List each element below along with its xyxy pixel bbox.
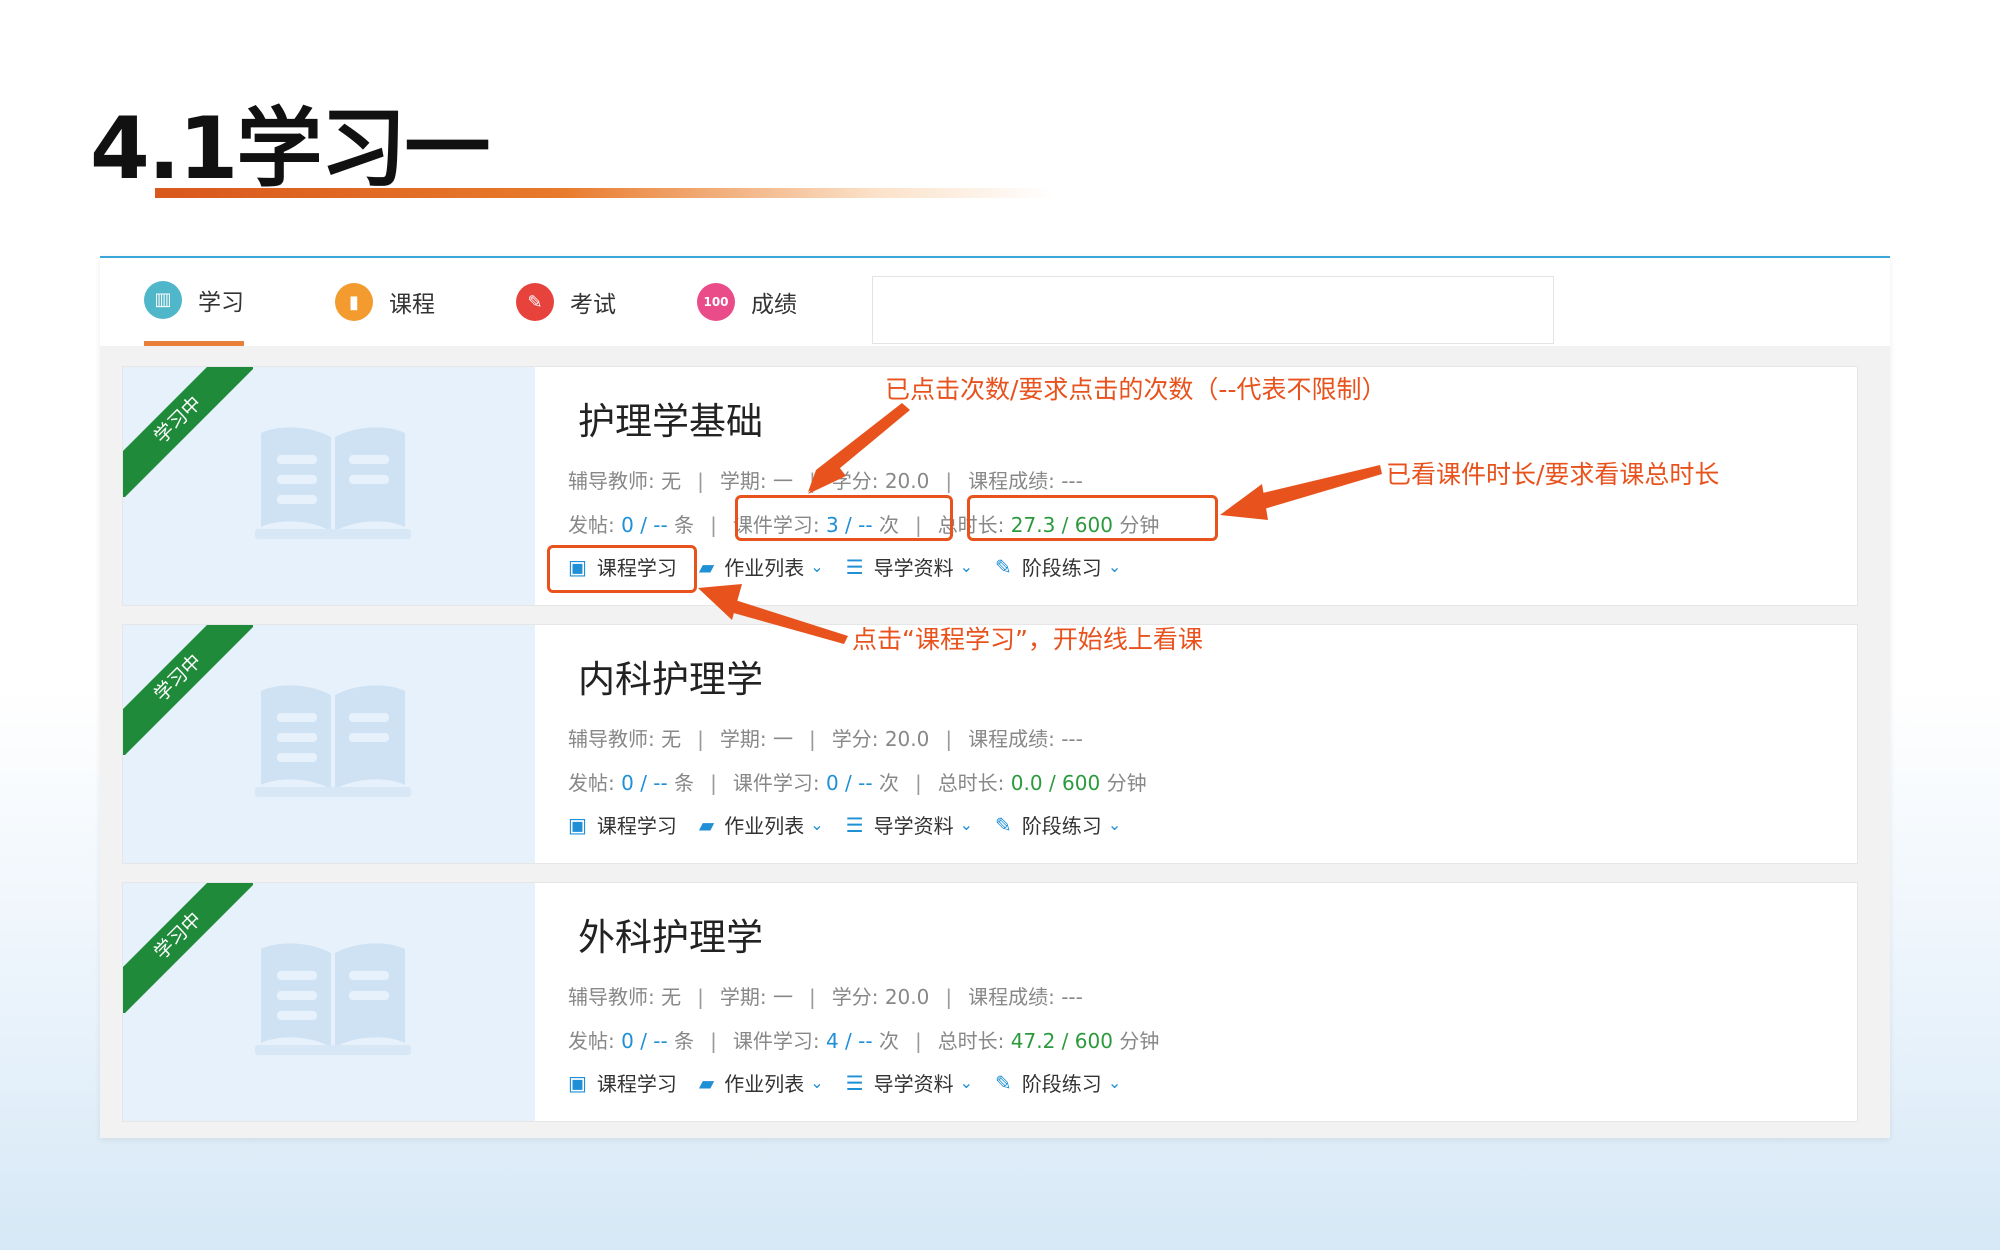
highlight-course-study <box>547 545 697 593</box>
highlight-duration <box>967 495 1218 541</box>
chevron-down-icon: ⌄ <box>959 1073 974 1092</box>
tab-label: 课程 <box>389 292 435 318</box>
search-area[interactable] <box>872 276 1554 344</box>
status-ribbon: 学习中 <box>123 625 253 755</box>
chevron-down-icon: ⌄ <box>959 557 974 576</box>
chevron-down-icon: ⌄ <box>1107 1073 1122 1092</box>
chevron-down-icon: ⌄ <box>959 815 974 834</box>
tab-bar: ▥ 学习 ▮ 课程 ✎ 考试 100 成绩 <box>100 258 1890 346</box>
chevron-down-icon: ⌄ <box>810 557 824 576</box>
book-icon <box>255 685 411 797</box>
score-100-icon: 100 <box>697 283 735 321</box>
chevron-down-icon: ⌄ <box>1107 557 1122 576</box>
course-actions: ▣ 课程学习 ▰ 作业列表 ⌄ ☰ 导学资料 ⌄ ✎ 阶段练习 ⌄ <box>568 1068 1143 1097</box>
tab-label: 成绩 <box>751 292 797 318</box>
highlight-study-count <box>735 495 953 541</box>
guide-materials-dropdown[interactable]: ☰ 导学资料 ⌄ <box>846 552 973 581</box>
tab-exams[interactable]: ✎ 考试 <box>516 258 616 346</box>
list-icon: ☰ <box>845 812 864 837</box>
tab-grades[interactable]: 100 成绩 <box>697 258 797 346</box>
status-ribbon: 学习中 <box>123 883 253 1013</box>
list-icon: ☰ <box>845 1070 864 1095</box>
edit-icon: ✎ <box>995 1070 1012 1095</box>
stage-practice-dropdown[interactable]: ✎ 阶段练习 ⌄ <box>995 552 1121 581</box>
chevron-down-icon: ⌄ <box>810 815 824 834</box>
folder-icon: ▰ <box>698 1070 715 1095</box>
homework-list-dropdown[interactable]: ▰ 作业列表 ⌄ <box>699 810 824 839</box>
course-study-button[interactable]: ▣ 课程学习 <box>568 1068 677 1097</box>
course-meta-row1: 辅导教师: 无 | 学期: 一 | 学分: 20.0 | 课程成绩: --- <box>568 469 1083 493</box>
tab-label: 考试 <box>570 292 616 318</box>
book-icon <box>255 427 411 539</box>
homework-list-dropdown[interactable]: ▰ 作业列表 ⌄ <box>699 1068 824 1097</box>
edit-icon: ✎ <box>995 554 1012 579</box>
course-cover: 学习中 <box>123 367 535 605</box>
note-clicks: 已点击次数/要求点击的次数（--代表不限制） <box>885 375 1387 404</box>
book-icon <box>255 943 411 1055</box>
course-meta-row1: 辅导教师: 无 | 学期: 一 | 学分: 20.0 | 课程成绩: --- <box>568 727 1083 751</box>
folder-icon: ▰ <box>698 812 715 837</box>
course-title[interactable]: 外科护理学 <box>578 907 763 961</box>
book-open-icon: ▥ <box>144 280 182 319</box>
tab-study[interactable]: ▥ 学习 <box>144 258 244 346</box>
title-underline <box>155 188 1055 198</box>
course-meta-row2: 发帖: 0 / -- 条 | 课件学习: 0 / -- 次 | 总时长: 0.0 / 6… <box>568 771 1147 795</box>
homework-list-dropdown[interactable]: ▰ 作业列表 ⌄ <box>699 552 824 581</box>
course-meta-row1: 辅导教师: 无 | 学期: 一 | 学分: 20.0 | 课程成绩: --- <box>568 985 1083 1009</box>
chevron-down-icon: ⌄ <box>1107 815 1122 834</box>
tab-label: 学习 <box>198 289 244 316</box>
guide-materials-dropdown[interactable]: ☰ 导学资料 ⌄ <box>846 810 973 839</box>
bookmark-icon: ▮ <box>335 283 373 321</box>
tab-courses[interactable]: ▮ 课程 <box>335 258 435 346</box>
course-study-button[interactable]: ▣ 课程学习 <box>568 810 677 839</box>
edit-icon: ✎ <box>995 812 1012 837</box>
course-title[interactable]: 护理学基础 <box>578 391 763 445</box>
pencil-icon: ✎ <box>516 283 554 321</box>
note-duration: 已看课件时长/要求看课总时长 <box>1386 460 1720 489</box>
folder-icon: ▰ <box>698 554 715 579</box>
course-card: 学习中 外科护理学 辅导教师: 无 | 学期: 一 | 学分: 20.0 | 课程成绩: -… <box>122 882 1858 1122</box>
status-ribbon: 学习中 <box>123 367 253 497</box>
stage-practice-dropdown[interactable]: ✎ 阶段练习 ⌄ <box>995 1068 1121 1097</box>
course-cover: 学习中 <box>123 883 535 1121</box>
stage-practice-dropdown[interactable]: ✎ 阶段练习 ⌄ <box>995 810 1121 839</box>
course-cover: 学习中 <box>123 625 535 863</box>
course-title[interactable]: 内科护理学 <box>578 649 763 703</box>
course-card: 学习中 内科护理学 辅导教师: 无 | 学期: 一 | 学分: 20.0 | 课程成绩: -… <box>122 624 1858 864</box>
chevron-down-icon: ⌄ <box>810 1073 824 1092</box>
slide-title: 4.1学习一 <box>90 99 490 199</box>
play-square-icon: ▣ <box>568 1070 587 1095</box>
course-actions: ▣ 课程学习 ▰ 作业列表 ⌄ ☰ 导学资料 ⌄ ✎ 阶段练习 ⌄ <box>568 810 1143 839</box>
list-icon: ☰ <box>845 554 864 579</box>
note-start: 点击“课程学习”，开始线上看课 <box>852 625 1203 654</box>
course-meta-row2: 发帖: 0 / -- 条 | 课件学习: 4 / -- 次 | 总时长: 47.2 / … <box>568 1029 1160 1053</box>
guide-materials-dropdown[interactable]: ☰ 导学资料 ⌄ <box>846 1068 973 1097</box>
play-square-icon: ▣ <box>568 812 587 837</box>
